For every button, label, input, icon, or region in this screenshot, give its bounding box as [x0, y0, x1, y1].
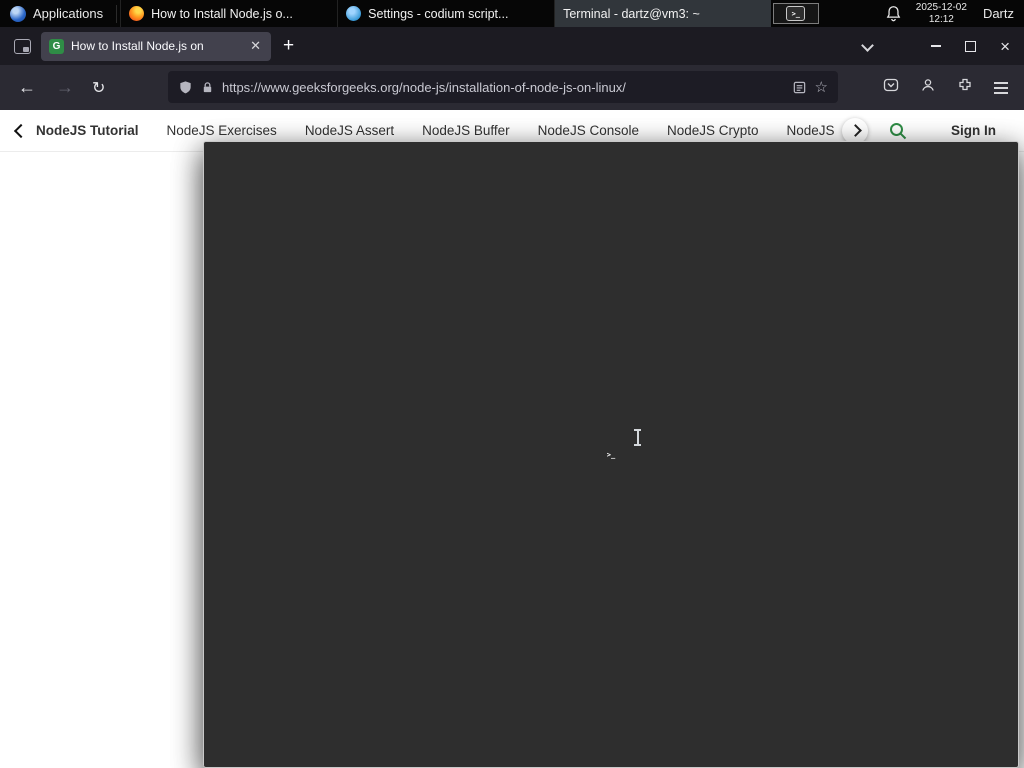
pocket-icon[interactable] [883, 77, 899, 98]
clock-date: 2025-12-02 [915, 2, 967, 13]
nav-item-nodejs-exercises[interactable]: NodeJS Exercises [167, 123, 277, 138]
workspace-switcher[interactable] [772, 3, 819, 24]
top-panel: Applications How to Install Node.js o...… [0, 0, 1024, 768]
panel-right: 2025-12-02 12:12 Dartz [772, 0, 1024, 27]
gfg-nav-links: NodeJS Exercises NodeJS Assert NodeJS Buff… [167, 123, 839, 138]
back-icon[interactable]: ← [18, 65, 36, 110]
reload-icon[interactable]: ↻ [92, 65, 105, 110]
navigation-toolbar: ← → ↻ https://www.geeksforgeeks.org/node… [0, 65, 1024, 110]
terminal-icon [786, 6, 806, 21]
window-minimize-icon[interactable] [931, 45, 942, 47]
taskbar-button[interactable]: How to Install Node.js o... [120, 0, 337, 27]
browser-tab[interactable]: G How to Install Node.js on ✕ [41, 31, 271, 61]
codium-icon [346, 6, 362, 21]
nav-item-nodejs-console[interactable]: NodeJS Console [538, 123, 639, 138]
toolbar-right-icons [883, 65, 1024, 110]
panel-separator [116, 4, 118, 23]
list-all-tabs-icon[interactable] [861, 37, 874, 55]
taskbar-label: Settings - codium script... [368, 6, 509, 21]
nav-back-chevron-icon[interactable] [13, 123, 29, 138]
tab-close-icon[interactable]: ✕ [248, 38, 263, 54]
notifications-bell-icon[interactable] [885, 5, 902, 22]
search-icon[interactable] [888, 121, 908, 141]
lock-icon[interactable] [201, 81, 214, 94]
tab-title: How to Install Node.js on [71, 39, 204, 53]
forward-icon[interactable]: → [56, 65, 74, 110]
window-controls: × [931, 27, 1024, 65]
nav-item-nodejs-dns[interactable]: NodeJS DNS [787, 123, 839, 138]
firefox-icon [129, 6, 145, 21]
account-icon[interactable] [920, 77, 936, 98]
new-tab-button[interactable]: + [283, 35, 294, 57]
applications-menu[interactable]: Applications [0, 0, 113, 27]
nav-item-nodejs-crypto[interactable]: NodeJS Crypto [667, 123, 759, 138]
taskbar-button[interactable]: Terminal - dartz@vm3: ~ [203, 0, 1019, 768]
sign-in-button[interactable]: Sign In [951, 123, 996, 138]
taskbar-button[interactable]: Settings - codium script... [337, 0, 554, 27]
reader-view-icon[interactable] [792, 80, 807, 95]
window-maximize-icon[interactable] [965, 40, 977, 52]
tab-bar: G How to Install Node.js on ✕ + × [0, 27, 1024, 65]
url-bar[interactable]: https://www.geeksforgeeks.org/node-js/in… [168, 71, 838, 103]
clock[interactable]: 2025-12-02 12:12 [916, 2, 967, 25]
nav-item-nodejs-buffer[interactable]: NodeJS Buffer [422, 123, 510, 138]
taskbar-label: Terminal - dartz@vm3: ~ [563, 6, 700, 21]
url-text: https://www.geeksforgeeks.org/node-js/in… [222, 79, 626, 95]
gfg-favicon: G [49, 38, 64, 54]
bookmark-star-icon[interactable]: ☆ [815, 78, 828, 96]
taskbar-label: How to Install Node.js o... [151, 6, 293, 21]
user-menu[interactable]: Dartz [983, 6, 1014, 21]
shield-icon[interactable] [178, 80, 193, 95]
firefox-view-icon[interactable] [14, 38, 31, 54]
applications-label: Applications [33, 6, 104, 21]
extensions-icon[interactable] [957, 77, 973, 98]
taskbar: How to Install Node.js o... Settings - co… [120, 0, 1019, 768]
nav-item-nodejs-assert[interactable]: NodeJS Assert [305, 123, 394, 138]
menu-hamburger-icon[interactable] [994, 81, 1008, 94]
nav-item-nodejs-tutorial[interactable]: NodeJS Tutorial [36, 123, 139, 138]
mouse-cursor [633, 429, 642, 446]
nav-scroll-right-button[interactable] [842, 117, 868, 144]
clock-time: 12:12 [928, 13, 954, 25]
window-close-icon[interactable]: × [1000, 38, 1010, 55]
applications-icon [10, 5, 26, 22]
